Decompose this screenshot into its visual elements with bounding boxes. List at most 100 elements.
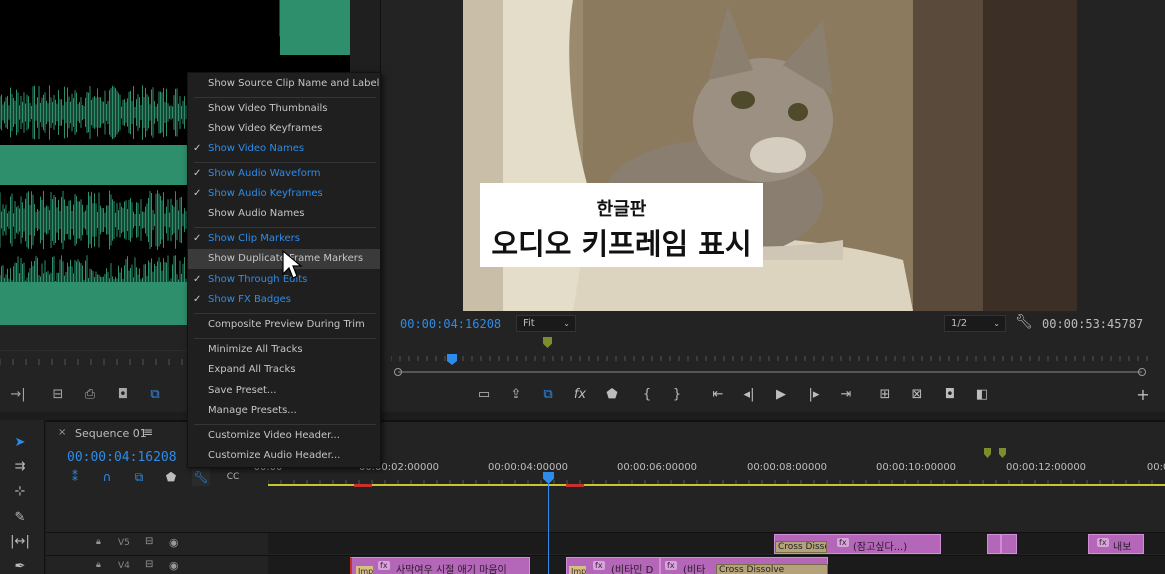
chevron-down-icon: ⌄	[563, 319, 570, 328]
selection-tool-icon[interactable]: ➤	[10, 433, 30, 453]
ripple-edit-icon[interactable]: ⊹	[10, 482, 30, 502]
menu-item-composite-preview[interactable]: Composite Preview During Trim	[188, 315, 380, 335]
scrollbar-left-handle[interactable]	[394, 368, 402, 376]
timeline-marker[interactable]	[984, 448, 991, 458]
razor-tool-icon[interactable]: ✎	[10, 508, 30, 528]
timeline-clip[interactable]	[1001, 534, 1017, 554]
close-icon[interactable]: ×	[58, 427, 66, 438]
timeline-clip[interactable]: fx 내보	[1088, 534, 1144, 554]
menu-item-expand-all-tracks[interactable]: Expand All Tracks	[188, 360, 380, 380]
fx-badge: fx	[837, 538, 849, 547]
menu-item-show-fx-badges[interactable]: ✓ Show FX Badges	[188, 290, 380, 310]
sync-lock-icon[interactable]: ⊟	[145, 536, 153, 547]
program-zoom-scrollbar[interactable]	[394, 368, 1146, 376]
captions-icon[interactable]: CC	[224, 468, 242, 486]
compare-view-icon[interactable]: ◧	[972, 386, 992, 404]
checkmark-icon: ✓	[193, 233, 202, 244]
fx-badge: fx	[1097, 538, 1109, 547]
lift-icon[interactable]: ⊞	[875, 386, 895, 404]
lock-icon[interactable]: 🔒︎	[96, 560, 101, 570]
export-icon[interactable]: ⇪	[506, 386, 526, 404]
program-time-ruler[interactable]	[391, 352, 1151, 366]
lock-icon[interactable]: 🔒︎	[96, 537, 101, 547]
multicam-icon[interactable]: ⧉	[538, 386, 558, 404]
menu-item-show-audio-keyframes[interactable]: ✓ Show Audio Keyframes	[188, 184, 380, 204]
go-to-out-icon[interactable]: ⇥	[836, 386, 856, 404]
snap-icon[interactable]: ∩	[98, 468, 116, 486]
menu-item-show-source-clip-name[interactable]: Show Source Clip Name and Label	[188, 74, 380, 94]
track-lane-v5[interactable]: fx (잠고싶다...) Cross Dissolve fx 내보	[268, 532, 1165, 554]
scrollbar-track	[398, 371, 1142, 373]
mouse-cursor-icon	[282, 250, 303, 279]
add-marker-icon[interactable]: ⬟	[162, 468, 180, 486]
timeline-clip[interactable]: Imp fx 사막여우 시절 애기 마음이	[350, 557, 530, 574]
track-header-v5[interactable]: 🔒︎ V5 ⊟ ◉	[46, 532, 268, 554]
program-playhead	[447, 354, 457, 365]
pen-tool-icon[interactable]: ✒	[10, 557, 30, 574]
multicam-icon[interactable]: ⧉	[145, 386, 165, 404]
wrench-icon[interactable]: 🔧︎	[192, 468, 210, 486]
program-timecode[interactable]: 00:00:04:16208	[400, 317, 501, 331]
checkmark-icon: ✓	[193, 294, 202, 305]
add-button-icon[interactable]: +	[1133, 386, 1153, 404]
menu-item-save-preset[interactable]: Save Preset...	[188, 381, 380, 401]
scrollbar-right-handle[interactable]	[1138, 368, 1146, 376]
ruler-label: 00:00:04:00000	[487, 462, 569, 473]
play-icon[interactable]: ▶	[771, 386, 791, 404]
menu-item-customize-audio-header[interactable]: Customize Audio Header...	[188, 446, 380, 466]
go-to-in-icon[interactable]: ⇤	[708, 386, 728, 404]
export-frame-icon[interactable]: ⎙	[80, 386, 100, 404]
menu-divider	[194, 97, 376, 98]
menu-item-manage-presets[interactable]: Manage Presets...	[188, 401, 380, 421]
menu-item-show-video-keyframes[interactable]: Show Video Keyframes	[188, 119, 380, 139]
mark-out-icon[interactable]: }	[667, 386, 687, 404]
menu-divider	[194, 338, 376, 339]
step-back-icon[interactable]: ◂|	[739, 386, 759, 404]
menu-item-show-video-names[interactable]: ✓ Show Video Names	[188, 139, 380, 159]
fx-icon[interactable]: fx	[570, 386, 590, 404]
safe-margins-icon[interactable]: ▭	[474, 386, 494, 404]
zoom-level-dropdown[interactable]: Fit ⌄	[516, 315, 576, 332]
step-forward-icon[interactable]: |▸	[804, 386, 824, 404]
menu-divider	[194, 313, 376, 314]
track-select-icon[interactable]: ⇉	[10, 457, 30, 477]
fx-badge: fx	[665, 561, 677, 570]
camera-icon[interactable]: ◘	[113, 386, 133, 404]
menu-item-minimize-all-tracks[interactable]: Minimize All Tracks	[188, 340, 380, 360]
wrench-icon[interactable]: 🔧︎	[1015, 314, 1033, 330]
transition-clip[interactable]: Cross Dissolve	[775, 541, 827, 553]
timeline-clip[interactable]	[987, 534, 1001, 554]
timeline-clip[interactable]: Imp fx (비타민 D	[566, 557, 660, 574]
eye-icon[interactable]: ◉	[169, 536, 179, 549]
work-area-bar[interactable]	[268, 484, 1165, 486]
linked-selection-icon[interactable]: ⧉	[130, 468, 148, 486]
transition-clip[interactable]: Cross Dissolve	[716, 564, 828, 574]
program-video-frame: 한글판 오디오 키프레임 표시	[463, 0, 1077, 311]
zoom-level-value: Fit	[523, 318, 535, 329]
menu-item-customize-video-header[interactable]: Customize Video Header...	[188, 426, 380, 446]
imp-badge: Imp	[569, 566, 587, 574]
insert-icon[interactable]: →|	[8, 386, 28, 404]
menu-item-show-video-thumbnails[interactable]: Show Video Thumbnails	[188, 99, 380, 119]
timeline-timecode[interactable]: 00:00:04:16208	[67, 450, 177, 465]
camera-icon[interactable]: ◘	[940, 386, 960, 404]
fx-badge: fx	[593, 561, 605, 570]
add-marker-icon[interactable]: ⬟	[602, 386, 622, 404]
overwrite-icon[interactable]: ⊟	[48, 386, 68, 404]
eye-icon[interactable]: ◉	[169, 559, 179, 572]
extract-icon[interactable]: ⊠	[907, 386, 927, 404]
nest-icon[interactable]: ⁑	[66, 468, 84, 486]
track-header-v4[interactable]: 🔒︎ V4 ⊟ ◉	[46, 555, 268, 574]
menu-item-show-audio-names[interactable]: Show Audio Names	[188, 204, 380, 224]
tab-menu-icon[interactable]: ≡	[143, 425, 153, 439]
mark-in-icon[interactable]: {	[637, 386, 657, 404]
track-lane-v4[interactable]: Imp fx 사막여우 시절 애기 마음이 Imp fx (비타민 D fx (…	[268, 555, 1165, 574]
checkmark-icon: ✓	[193, 143, 202, 154]
timeline-marker[interactable]	[999, 448, 1006, 458]
menu-item-show-audio-waveform[interactable]: ✓ Show Audio Waveform	[188, 164, 380, 184]
sync-lock-icon[interactable]: ⊟	[145, 559, 153, 570]
playback-resolution-dropdown[interactable]: 1/2 ⌄	[944, 315, 1006, 332]
marker-icon[interactable]	[543, 337, 552, 348]
slip-tool-icon[interactable]: |↔|	[10, 532, 30, 552]
menu-item-show-clip-markers[interactable]: ✓ Show Clip Markers	[188, 229, 380, 249]
